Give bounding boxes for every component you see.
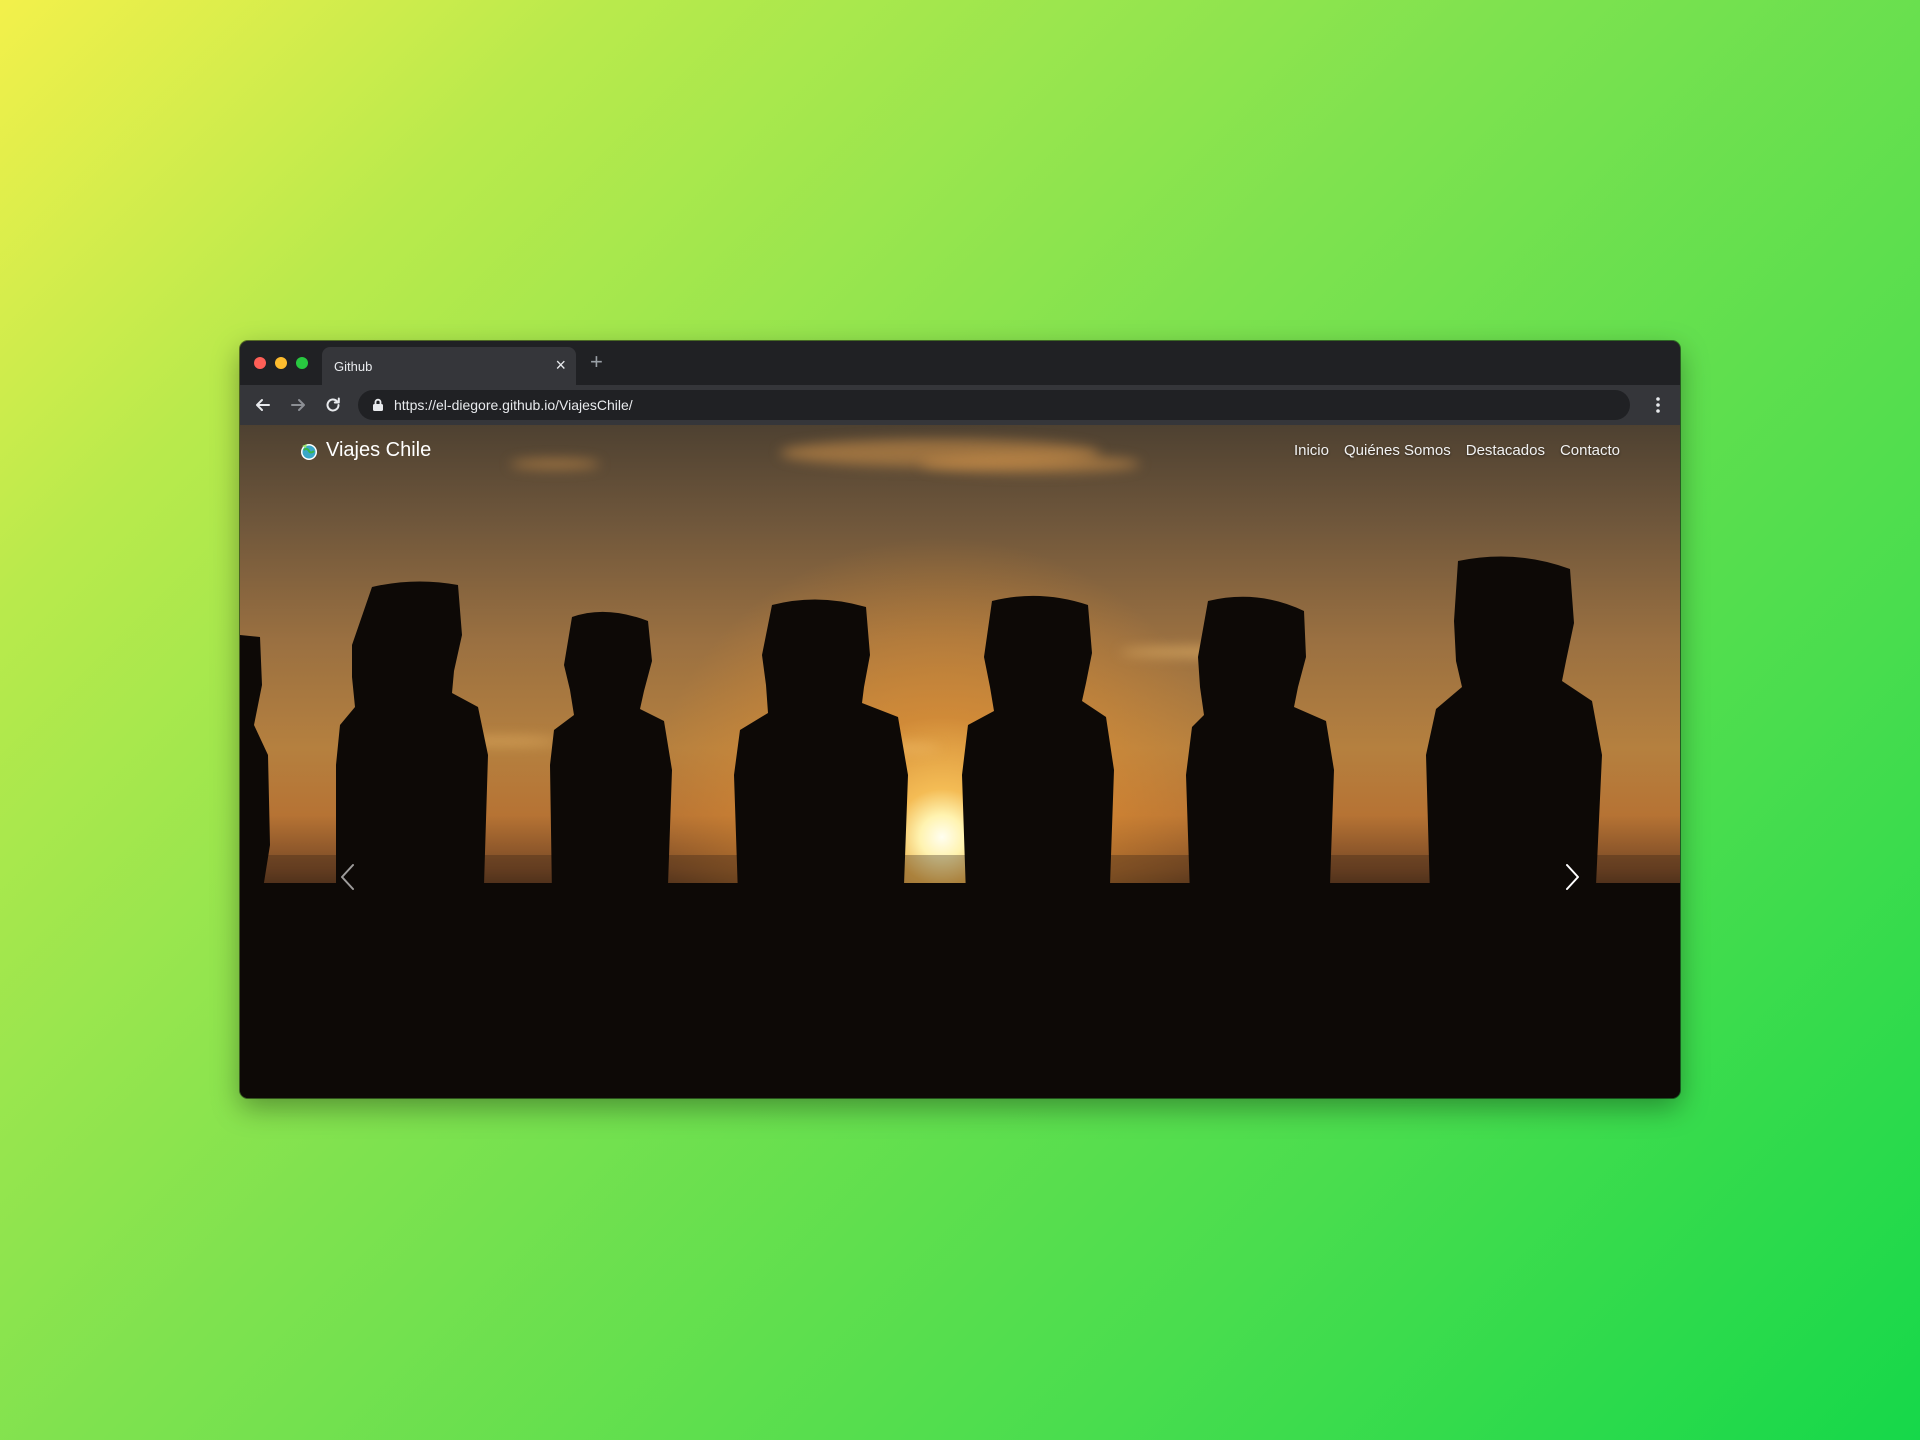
close-window-button[interactable]	[254, 357, 266, 369]
forward-arrow-icon[interactable]	[287, 394, 309, 416]
url-text: https://el-diegore.github.io/ViajesChile…	[394, 397, 633, 413]
hero-carousel: Viajes Chile Inicio Quiénes Somos Destac…	[240, 425, 1680, 1098]
maximize-window-button[interactable]	[296, 357, 308, 369]
browser-tab[interactable]: Github ×	[322, 347, 576, 385]
browser-toolbar: https://el-diegore.github.io/ViajesChile…	[240, 385, 1680, 425]
browser-window: Github × + https://el-diegore.github.io/…	[240, 341, 1680, 1098]
tab-title: Github	[334, 359, 373, 374]
brand-name: Viajes Chile	[326, 439, 432, 461]
chevron-right-icon[interactable]	[1558, 857, 1588, 897]
plus-icon[interactable]: +	[590, 351, 603, 373]
site-brand[interactable]: Viajes Chile	[298, 439, 431, 462]
address-bar[interactable]: https://el-diegore.github.io/ViajesChile…	[358, 390, 1630, 420]
moai-sunset-photo	[240, 556, 1680, 1098]
nav-link-destacados[interactable]: Destacados	[1466, 442, 1545, 459]
globe-logo-icon	[301, 443, 317, 460]
more-options-icon[interactable]	[1648, 394, 1668, 416]
back-arrow-icon[interactable]	[252, 394, 274, 416]
nav-link-inicio[interactable]: Inicio	[1294, 442, 1329, 459]
close-icon[interactable]: ×	[555, 356, 566, 374]
nav-link-contacto[interactable]: Contacto	[1560, 442, 1620, 459]
main-nav: Inicio Quiénes Somos Destacados Contacto	[1294, 442, 1620, 459]
lock-icon	[372, 398, 384, 417]
nav-link-quienes-somos[interactable]: Quiénes Somos	[1344, 442, 1451, 459]
reload-icon[interactable]	[322, 394, 344, 416]
tab-bar: Github × +	[240, 341, 1680, 385]
minimize-window-button[interactable]	[275, 357, 287, 369]
chevron-left-icon[interactable]	[332, 857, 362, 897]
